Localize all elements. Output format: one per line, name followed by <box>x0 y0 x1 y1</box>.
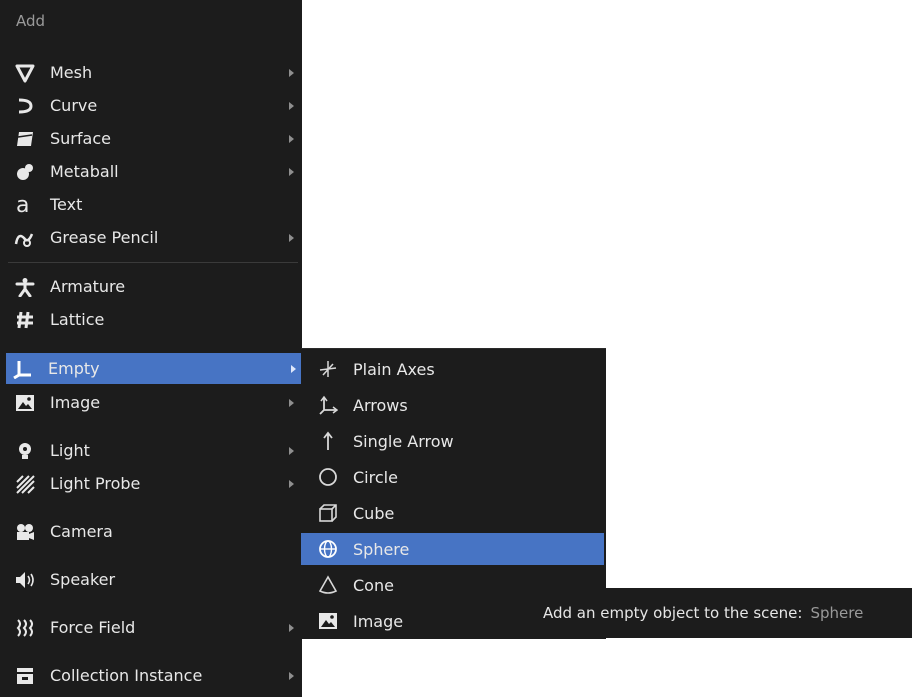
light-icon <box>14 440 36 462</box>
menu-item-text[interactable]: a Text <box>8 189 300 220</box>
image-icon <box>14 392 36 414</box>
menu-item-curve[interactable]: Curve <box>8 90 300 121</box>
cube-icon <box>317 502 339 524</box>
menu-item-label: Lattice <box>50 310 105 329</box>
light-probe-icon <box>14 473 36 495</box>
metaball-icon <box>14 161 36 183</box>
empty-icon <box>12 358 34 380</box>
submenu-item-label: Cube <box>353 503 395 523</box>
menu-item-label: Force Field <box>50 618 136 637</box>
menu-item-label: Image <box>50 393 101 412</box>
menu-item-label: Grease Pencil <box>50 228 159 247</box>
submenu-arrow-icon <box>289 167 294 176</box>
grease-pencil-icon <box>14 227 36 249</box>
menu-item-label: Armature <box>50 277 126 296</box>
submenu-arrow-icon <box>289 101 294 110</box>
menu-item-label: Text <box>50 195 83 214</box>
menu-item-label: Mesh <box>50 63 93 82</box>
menu-item-label: Light Probe <box>50 474 141 493</box>
menu-item-label: Light <box>50 441 90 460</box>
menu-item-label: Metaball <box>50 162 119 181</box>
submenu-item-plain-axes[interactable]: Plain Axes <box>301 353 604 385</box>
menu-item-label: Curve <box>50 96 98 115</box>
menu-item-collection-instance[interactable]: Collection Instance <box>8 660 300 691</box>
curve-icon <box>14 95 36 117</box>
menu-item-label: Surface <box>50 129 111 148</box>
circle-icon <box>317 466 339 488</box>
submenu-item-sphere[interactable]: Sphere <box>301 533 604 565</box>
sphere-icon <box>317 538 339 560</box>
menu-item-surface[interactable]: Surface <box>8 123 300 154</box>
lattice-icon <box>14 309 36 331</box>
mesh-icon <box>14 62 36 84</box>
menu-item-light-probe[interactable]: Light Probe <box>8 468 300 499</box>
tooltip-text: Add an empty object to the scene: <box>543 604 803 622</box>
menu-item-label: Empty <box>48 359 100 378</box>
text-icon: a <box>14 194 36 216</box>
menu-item-empty[interactable]: Empty <box>6 353 302 384</box>
submenu-arrow-icon <box>289 398 294 407</box>
submenu-item-cube[interactable]: Cube <box>301 497 604 529</box>
menu-item-camera[interactable]: Camera <box>8 516 300 547</box>
submenu-item-label: Image <box>353 611 404 631</box>
menu-item-image[interactable]: Image <box>8 387 300 418</box>
cone-icon <box>317 574 339 596</box>
surface-icon <box>14 128 36 150</box>
submenu-item-label: Arrows <box>353 395 408 415</box>
submenu-item-label: Plain Axes <box>353 359 435 379</box>
force-field-icon <box>14 617 36 639</box>
image-empty-icon <box>317 610 339 632</box>
submenu-arrow-icon <box>289 446 294 455</box>
submenu-item-label: Single Arrow <box>353 431 454 451</box>
submenu-item-arrows[interactable]: Arrows <box>301 389 604 421</box>
submenu-item-label: Circle <box>353 467 398 487</box>
menu-item-label: Collection Instance <box>50 666 203 685</box>
svg-text:a: a <box>16 194 29 216</box>
submenu-item-circle[interactable]: Circle <box>301 461 604 493</box>
menu-item-mesh[interactable]: Mesh <box>8 57 300 88</box>
menu-item-speaker[interactable]: Speaker <box>8 564 300 595</box>
armature-icon <box>14 276 36 298</box>
submenu-arrow-icon <box>289 671 294 680</box>
collection-instance-icon <box>14 665 36 687</box>
submenu-arrow-icon <box>291 364 296 373</box>
submenu-item-label: Cone <box>353 575 394 595</box>
menu-item-metaball[interactable]: Metaball <box>8 156 300 187</box>
menu-separator <box>8 262 298 263</box>
tooltip-value: Sphere <box>810 604 864 622</box>
speaker-icon <box>14 569 36 591</box>
menu-title: Add <box>16 12 46 30</box>
menu-item-armature[interactable]: Armature <box>8 271 300 302</box>
menu-item-grease-pencil[interactable]: Grease Pencil <box>8 222 300 253</box>
submenu-item-label: Sphere <box>353 539 410 559</box>
menu-item-light[interactable]: Light <box>8 435 300 466</box>
camera-icon <box>14 521 36 543</box>
menu-item-force-field[interactable]: Force Field <box>8 612 300 643</box>
add-menu: Add Mesh Curve Surface Metaball a Text G… <box>0 0 302 697</box>
single-arrow-icon <box>317 430 339 452</box>
menu-item-label: Camera <box>50 522 113 541</box>
submenu-arrow-icon <box>289 134 294 143</box>
menu-item-lattice[interactable]: Lattice <box>8 304 300 335</box>
tooltip: Add an empty object to the scene: Sphere <box>531 588 912 638</box>
submenu-arrow-icon <box>289 479 294 488</box>
submenu-arrow-icon <box>289 68 294 77</box>
menu-item-label: Speaker <box>50 570 116 589</box>
arrows-icon <box>317 394 339 416</box>
submenu-item-single-arrow[interactable]: Single Arrow <box>301 425 604 457</box>
plain-axes-icon <box>317 358 339 380</box>
submenu-arrow-icon <box>289 623 294 632</box>
submenu-arrow-icon <box>289 233 294 242</box>
